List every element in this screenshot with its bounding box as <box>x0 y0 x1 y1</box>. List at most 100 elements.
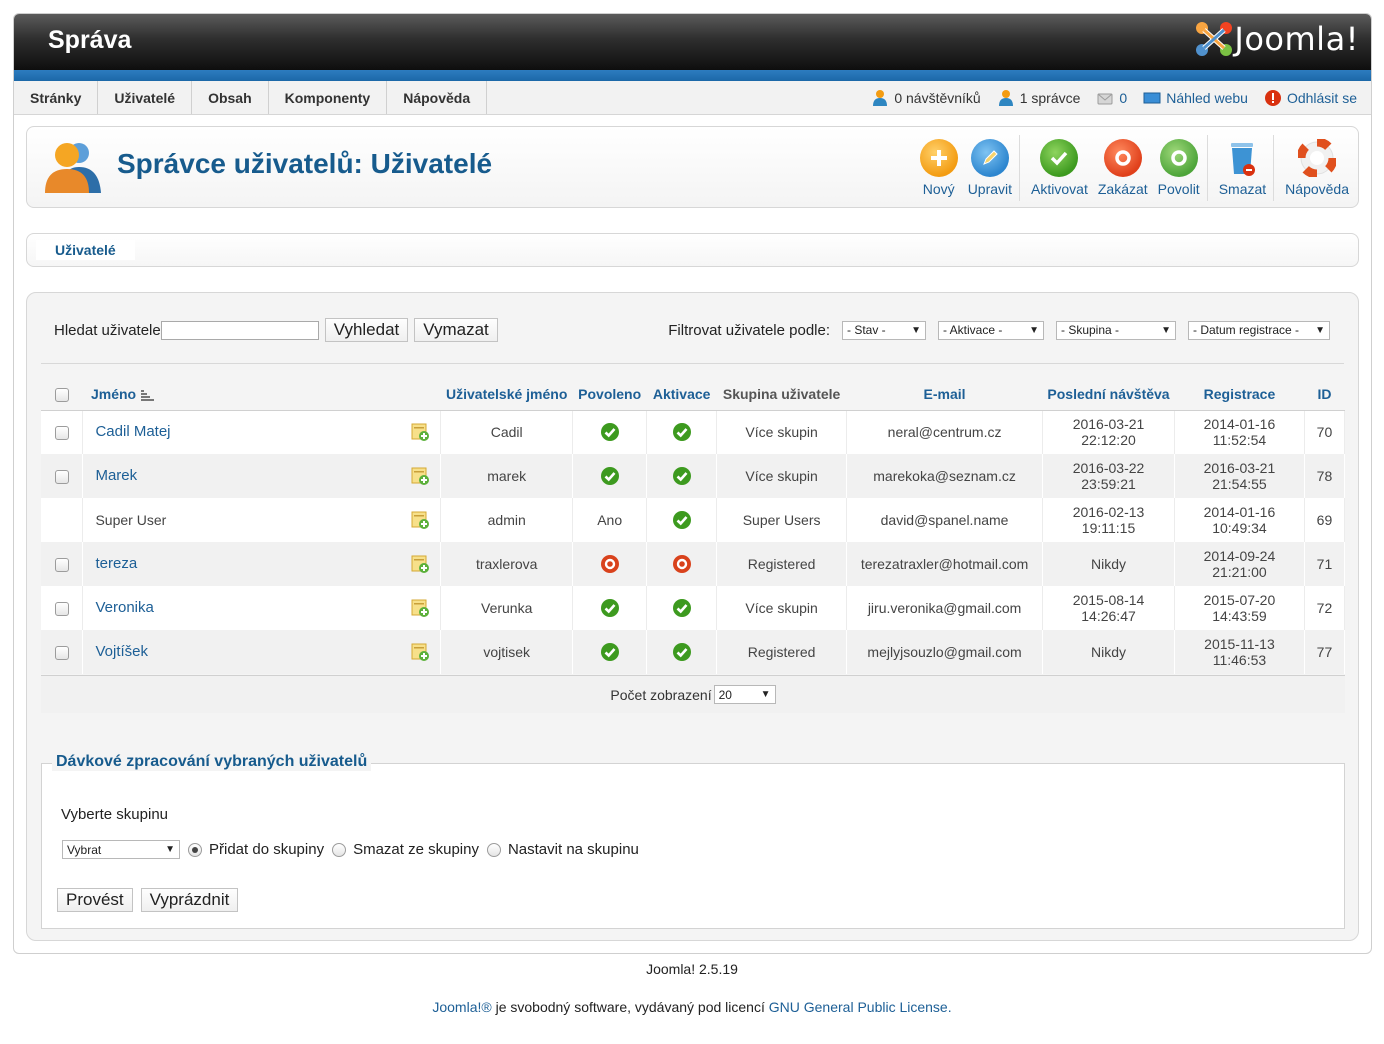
check-circle-icon[interactable] <box>672 510 692 530</box>
search-input[interactable] <box>160 320 319 340</box>
registered-date: 2014-01-16 <box>1203 416 1276 433</box>
row-checkbox[interactable] <box>54 558 69 573</box>
activated-header[interactable]: Aktivace <box>646 379 717 411</box>
clear-button[interactable]: Vymazat <box>414 318 498 342</box>
admins-count: 1 správce <box>1019 89 1081 106</box>
page-title: Správce uživatelů: Uživatelé <box>117 148 493 179</box>
logout-link[interactable]: Odhlásit se <box>1264 89 1357 107</box>
delete-button[interactable]: Smazat <box>1214 135 1275 201</box>
menu-item-uzivatele[interactable]: Uživatelé <box>98 81 193 114</box>
user-name-link[interactable]: Vojtíšek <box>95 644 148 660</box>
check-circle-icon[interactable] <box>600 466 620 486</box>
add-note-icon[interactable] <box>410 510 430 530</box>
set-group-radio[interactable] <box>486 842 501 857</box>
menu-item-obsah[interactable]: Obsah <box>192 81 269 114</box>
username-cell: admin <box>440 498 574 542</box>
add-note-icon[interactable] <box>410 598 430 618</box>
enabled-cell <box>572 586 648 630</box>
check-circle-icon[interactable] <box>672 598 692 618</box>
check-circle-icon[interactable] <box>672 642 692 662</box>
menu-item-napoveda[interactable]: Nápověda <box>387 81 488 114</box>
user-name-link[interactable]: tereza <box>95 556 137 572</box>
block-button[interactable]: Zakázat <box>1093 135 1153 201</box>
preview-icon <box>1143 92 1161 103</box>
group-cell: Registered <box>716 542 848 586</box>
submenu-tab-users[interactable]: Uživatelé <box>36 240 135 260</box>
unblock-button[interactable]: Povolit <box>1153 135 1208 201</box>
id-header[interactable]: ID <box>1304 379 1345 411</box>
row-checkbox[interactable] <box>54 646 69 661</box>
name-cell: Vojtíšek <box>82 630 442 674</box>
user-name-link[interactable]: Veronika <box>95 600 153 616</box>
row-select-cell <box>41 454 84 498</box>
lifebuoy-icon <box>1298 139 1337 177</box>
unblock-icon <box>1159 139 1198 177</box>
blocked-circle-icon[interactable] <box>672 554 692 574</box>
gpl-link[interactable]: GNU General Public License. <box>769 999 952 1015</box>
new-button[interactable]: Nový <box>915 135 963 201</box>
plus-icon <box>919 139 958 177</box>
select-all-checkbox[interactable] <box>54 388 69 403</box>
registered-cell: 2015-11-13 11:46:53 <box>1174 630 1305 674</box>
admin-frame: Správa Joomla! Stránky Uživatelé Obsah K… <box>13 13 1372 954</box>
process-button[interactable]: Provést <box>57 888 133 912</box>
name-header[interactable]: Jméno <box>82 379 441 411</box>
filter-label: Filtrovat uživatele podle: <box>668 321 830 339</box>
search-button[interactable]: Vyhledat <box>324 318 409 342</box>
messages-status[interactable]: 0 <box>1096 90 1127 106</box>
joomla-logo[interactable]: Joomla! <box>1194 20 1359 58</box>
row-checkbox[interactable] <box>54 426 69 441</box>
check-circle-icon[interactable] <box>600 642 620 662</box>
row-checkbox[interactable] <box>54 602 69 617</box>
last-visit-date: 2015-08-14 <box>1072 592 1145 608</box>
registered-time: 11:52:54 <box>1212 432 1267 449</box>
add-note-icon[interactable] <box>410 554 430 574</box>
help-button[interactable]: Nápověda <box>1280 135 1354 201</box>
activation-filter-select[interactable]: - Aktivace - ▼ <box>938 320 1044 340</box>
add-to-group-radio[interactable] <box>188 842 202 857</box>
last-visit-date: Nikdy <box>1091 556 1127 572</box>
last-visit-cell: Nikdy <box>1042 630 1175 674</box>
state-filter-select[interactable]: - Stav - ▼ <box>842 320 926 340</box>
date-filter-select[interactable]: - Datum registrace - ▼ <box>1188 320 1330 340</box>
row-checkbox[interactable] <box>54 470 69 485</box>
add-note-icon[interactable] <box>410 466 430 486</box>
user-name-link[interactable]: Cadil Matej <box>95 424 170 440</box>
blocked-circle-icon[interactable] <box>600 554 620 574</box>
email-cell: marekoka@seznam.cz <box>846 454 1044 498</box>
edit-label: Upravit <box>967 181 1013 197</box>
user-name-link[interactable]: Super User <box>95 512 166 528</box>
last-visit-date: 2016-03-21 <box>1072 416 1145 433</box>
group-filter-select[interactable]: - Skupina - ▼ <box>1056 320 1176 340</box>
search-label: Hledat uživatele <box>54 321 161 339</box>
activate-label: Aktivovat <box>1031 181 1088 197</box>
joomla-link[interactable]: Joomla!® <box>432 999 491 1015</box>
add-note-icon[interactable] <box>410 422 430 442</box>
list-limit-select[interactable]: 20 ▼ <box>713 685 776 704</box>
row-select-cell <box>41 498 84 542</box>
remove-from-group-radio[interactable] <box>332 842 347 857</box>
username-header[interactable]: Uživatelské jméno <box>440 379 573 411</box>
menu-item-komponenty[interactable]: Komponenty <box>269 81 388 114</box>
block-icon <box>1103 139 1142 177</box>
set-group-label: Nastavit na skupinu <box>507 841 639 858</box>
check-circle-icon[interactable] <box>672 466 692 486</box>
registered-header[interactable]: Registrace <box>1174 379 1305 411</box>
check-circle-icon[interactable] <box>672 422 692 442</box>
menu-item-stranky[interactable]: Stránky <box>14 81 99 114</box>
reset-button[interactable]: Vyprázdnit <box>140 888 239 912</box>
user-name-link[interactable]: Marek <box>95 468 137 484</box>
version-text: Joomla! 2.5.19 <box>646 961 738 977</box>
batch-group-select[interactable]: Vybrat ▼ <box>62 840 180 859</box>
preview-site-link[interactable]: Náhled webu <box>1143 90 1248 106</box>
messages-icon <box>1097 93 1113 104</box>
block-label: Zakázat <box>1097 181 1148 197</box>
enabled-header[interactable]: Povoleno <box>572 379 647 411</box>
last-visit-header[interactable]: Poslední návštěva <box>1042 379 1175 411</box>
activate-button[interactable]: Aktivovat <box>1026 135 1093 201</box>
email-header[interactable]: E-mail <box>846 379 1043 411</box>
edit-button[interactable]: Upravit <box>963 135 1021 201</box>
add-note-icon[interactable] <box>410 642 430 662</box>
check-circle-icon[interactable] <box>600 422 620 442</box>
check-circle-icon[interactable] <box>600 598 620 618</box>
